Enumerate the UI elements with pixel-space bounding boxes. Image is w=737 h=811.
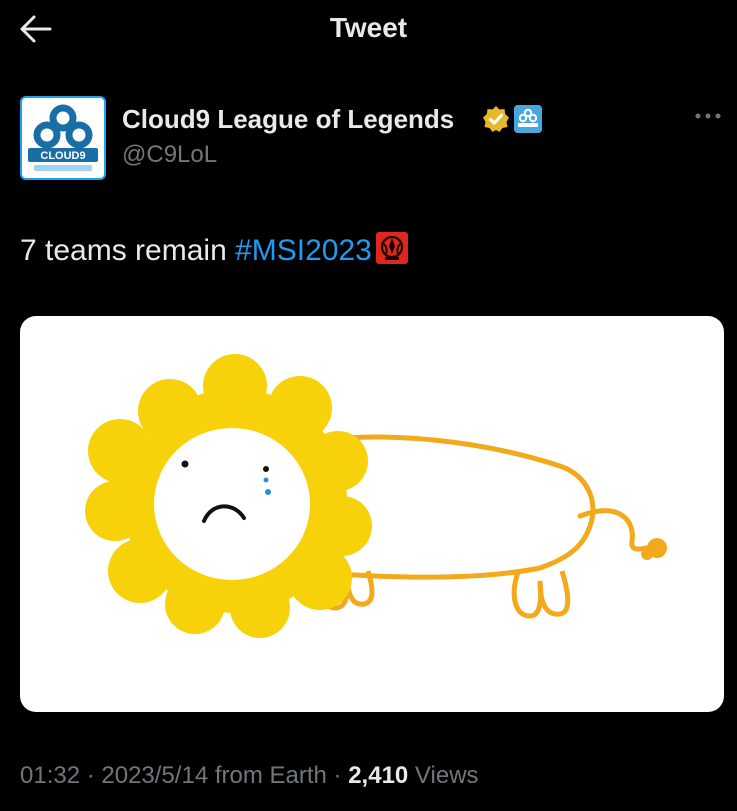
author-name[interactable]: Cloud9 League of Legends bbox=[122, 104, 454, 135]
tweet-time[interactable]: 01:32 bbox=[20, 762, 80, 789]
tweet-date[interactable]: 2023/5/14 bbox=[101, 762, 208, 789]
author-handle[interactable]: @C9LoL bbox=[122, 141, 217, 169]
more-options-icon[interactable] bbox=[688, 104, 728, 128]
hashtag-link[interactable]: #MSI2023 bbox=[235, 234, 372, 267]
avatar-text: CLOUD9 bbox=[40, 150, 85, 162]
tweet-source: from Earth bbox=[208, 762, 327, 789]
tweet-meta: 01:32 · 2023/5/14 from Earth · 2,410 Vie… bbox=[20, 762, 479, 790]
msi-logo-icon bbox=[375, 232, 408, 264]
top-bar: Tweet bbox=[0, 0, 737, 58]
avatar[interactable]: CLOUD9 bbox=[20, 96, 106, 180]
page-title: Tweet bbox=[329, 12, 408, 43]
cloud9-badge-icon[interactable] bbox=[514, 105, 542, 133]
meta-separator: · bbox=[80, 762, 102, 789]
views-label: Views bbox=[408, 762, 479, 789]
sad-lion-drawing bbox=[85, 354, 667, 638]
views-count[interactable]: 2,410 bbox=[348, 762, 408, 789]
tweet-text: 7 teams remain #MSI2023 bbox=[20, 232, 408, 268]
verified-badge-icon[interactable] bbox=[482, 105, 510, 133]
tweet-body: 7 teams remain bbox=[20, 234, 236, 267]
tweet-image[interactable] bbox=[20, 316, 724, 712]
meta-separator: · bbox=[326, 762, 349, 789]
